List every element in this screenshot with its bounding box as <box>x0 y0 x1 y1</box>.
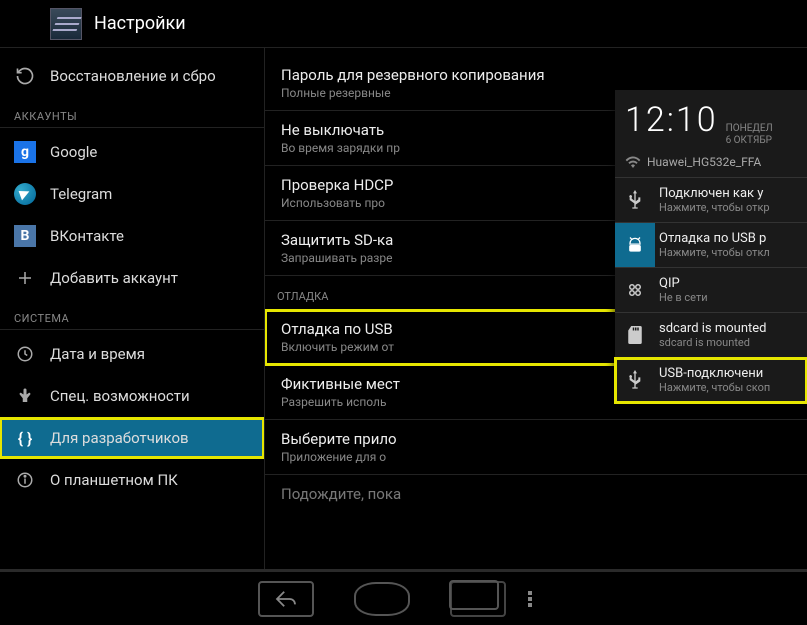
shade-header[interactable]: 12:10 ПОНЕДЕЛ6 ОКТЯБР Huawei_HG532e_FFA <box>615 90 807 178</box>
sidebar-item-label: Восстановление и сбро <box>50 67 216 85</box>
nav-back-button[interactable] <box>258 581 314 617</box>
sidebar-item-vk[interactable]: B ВКонтакте <box>0 216 264 256</box>
sidebar-item-about[interactable]: О планшетном ПК <box>0 460 264 500</box>
wifi-status[interactable]: Huawei_HG532e_FFA <box>625 155 797 169</box>
sidebar-item-label: Telegram <box>50 185 112 203</box>
settings-app-icon <box>50 8 82 40</box>
notification-shade: 12:10 ПОНЕДЕЛ6 ОКТЯБР Huawei_HG532e_FFA … <box>615 90 807 403</box>
sidebar-item-accessibility[interactable]: Спец. возможности <box>0 376 264 416</box>
notif-title: QIP <box>659 276 708 291</box>
sidebar-header-system: СИСТЕМА <box>0 300 264 330</box>
nav-home-button[interactable] <box>354 582 410 616</box>
sidebar-item-datetime[interactable]: Дата и время <box>0 334 264 374</box>
info-icon <box>14 469 36 491</box>
sdcard-icon <box>615 313 655 357</box>
qip-icon <box>615 268 655 312</box>
clock-date: ПОНЕДЕЛ6 ОКТЯБР <box>726 123 773 147</box>
usb-icon <box>615 358 655 402</box>
sidebar-item-google[interactable]: g Google <box>0 132 264 172</box>
braces-icon: { } <box>14 427 36 449</box>
restore-icon <box>14 65 36 87</box>
notif-usb-connected[interactable]: Подключен как у Нажмите, чтобы откр <box>615 178 807 223</box>
google-icon: g <box>14 141 36 163</box>
notif-subtitle: Не в сети <box>659 291 708 304</box>
notif-subtitle: Нажмите, чтобы скоп <box>659 381 770 394</box>
sidebar-item-label: Для разработчиков <box>50 429 189 447</box>
vk-icon: B <box>14 225 36 247</box>
sidebar-item-developer[interactable]: { } Для разработчиков <box>0 418 264 458</box>
notif-subtitle: sdcard is mounted <box>659 336 767 349</box>
sidebar-item-label: О планшетном ПК <box>50 471 178 489</box>
setting-title: Подождите, пока <box>281 485 791 503</box>
nav-menu-button[interactable] <box>528 591 550 607</box>
setting-title: Выберите прило <box>281 430 791 448</box>
sidebar-item-label: Дата и время <box>50 345 145 363</box>
notif-qip[interactable]: QIP Не в сети <box>615 268 807 313</box>
setting-select-debug-app[interactable]: Выберите прило Приложение для о <box>265 420 807 475</box>
sidebar-item-telegram[interactable]: Telegram <box>0 174 264 214</box>
notif-title: sdcard is mounted <box>659 321 767 336</box>
telegram-icon <box>14 183 36 205</box>
sidebar-item-backup[interactable]: Восстановление и сбро <box>0 56 264 96</box>
settings-sidebar: Восстановление и сбро АККАУНТЫ g Google … <box>0 48 265 569</box>
notif-subtitle: Нажмите, чтобы откр <box>659 201 770 214</box>
sidebar-header-accounts: АККАУНТЫ <box>0 98 264 128</box>
hand-icon <box>14 385 36 407</box>
system-navbar <box>0 569 807 625</box>
clock-time: 12:10 <box>625 100 718 140</box>
app-bar: Настройки <box>0 0 807 48</box>
sidebar-item-label: Спец. возможности <box>50 387 190 405</box>
setting-title: Пароль для резервного копирования <box>281 66 791 84</box>
notif-usb-debugging[interactable]: Отладка по USB р Нажмите, чтобы откл <box>615 223 807 268</box>
setting-wait-debugger[interactable]: Подождите, пока <box>265 475 807 513</box>
notif-subtitle: Нажмите, чтобы откл <box>659 246 770 259</box>
notif-usb-connection[interactable]: USB-подключени Нажмите, чтобы скоп <box>615 358 807 403</box>
notif-title: USB-подключени <box>659 366 770 381</box>
notif-title: Подключен как у <box>659 186 770 201</box>
plus-icon <box>14 267 36 289</box>
notif-sdcard[interactable]: sdcard is mounted sdcard is mounted <box>615 313 807 358</box>
sidebar-item-label: Google <box>50 143 97 161</box>
clock-icon <box>14 343 36 365</box>
notif-title: Отладка по USB р <box>659 231 770 246</box>
wifi-ssid: Huawei_HG532e_FFA <box>647 155 761 169</box>
sidebar-item-label: ВКонтакте <box>50 227 124 245</box>
wifi-icon <box>625 156 641 168</box>
sidebar-item-add-account[interactable]: Добавить аккаунт <box>0 258 264 298</box>
android-icon <box>615 223 655 267</box>
sidebar-item-label: Добавить аккаунт <box>50 269 178 287</box>
setting-subtitle: Приложение для о <box>281 450 791 464</box>
usb-icon <box>615 178 655 222</box>
app-title: Настройки <box>94 13 186 34</box>
nav-recent-button[interactable] <box>450 581 506 617</box>
